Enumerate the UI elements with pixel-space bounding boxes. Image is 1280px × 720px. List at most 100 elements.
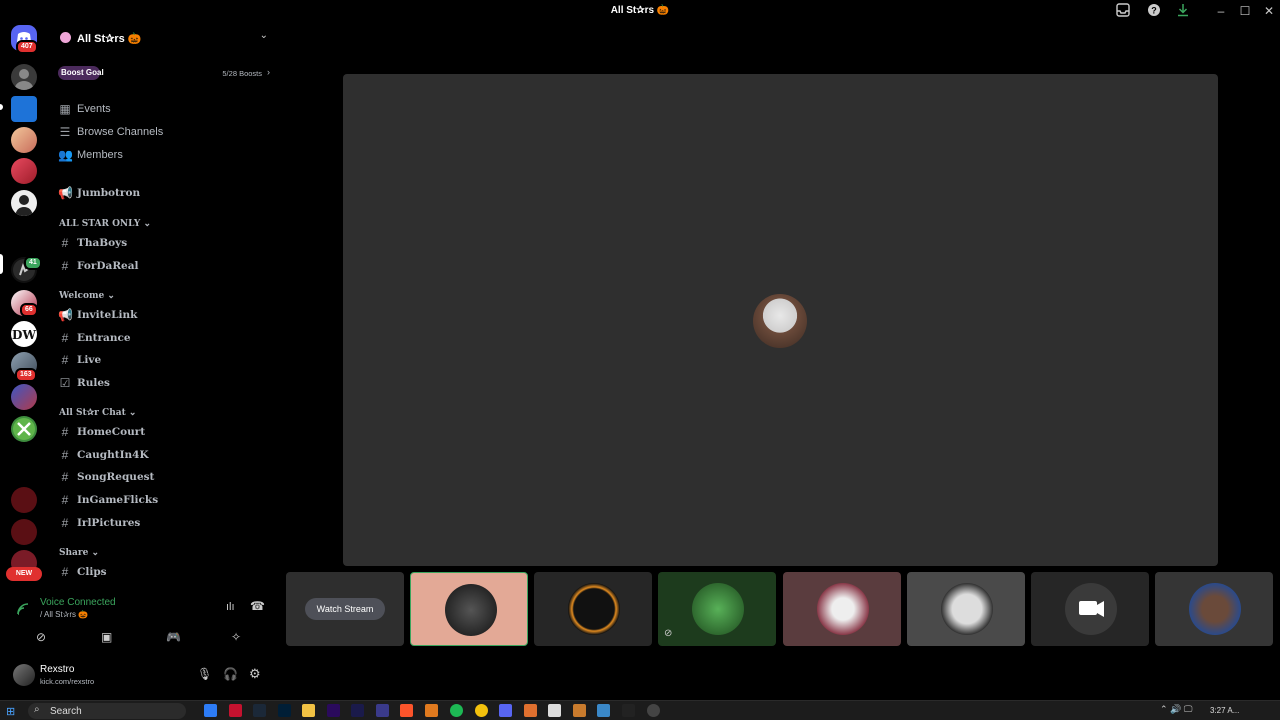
channel-fordareal[interactable]: # ForDaReal: [58, 256, 270, 276]
video-stage[interactable]: [343, 74, 1218, 566]
nav-events[interactable]: ▦ Events: [58, 99, 270, 119]
nav-members[interactable]: 👥 Members: [58, 145, 270, 165]
megaphone-icon: 📢: [58, 308, 73, 322]
title-bar: All St✰rs 🎃 ? – ☐ ✕: [0, 0, 1280, 22]
category-label: ALL STAR ONLY: [59, 219, 141, 229]
watch-stream-button[interactable]: Watch Stream: [305, 598, 385, 620]
signal-icon[interactable]: [16, 602, 30, 616]
nav-browse-channels[interactable]: ☰ Browse Channels: [58, 122, 270, 142]
channel-entrance[interactable]: # Entrance: [58, 328, 270, 348]
windy-city-server-icon-2[interactable]: [11, 519, 37, 545]
channel-thaboys[interactable]: # ThaBoys: [58, 233, 270, 253]
channel-jumbotron[interactable]: 📢 Jumbotron: [58, 183, 270, 203]
app-icon-17[interactable]: [597, 704, 610, 717]
download-icon[interactable]: [1175, 3, 1191, 19]
app-icon-7[interactable]: [351, 704, 364, 717]
server-badge-1: 41: [24, 256, 42, 270]
app-icon-18[interactable]: [622, 704, 635, 717]
user-avatar-server[interactable]: [11, 64, 37, 90]
channel-songrequest[interactable]: # SongRequest: [58, 467, 270, 487]
boost-goal-bar[interactable]: Boost Goal 5/28 Boosts ›: [58, 66, 270, 80]
watch-stream-tile[interactable]: Watch Stream: [286, 572, 404, 646]
photoshop-icon[interactable]: [278, 704, 291, 717]
app-icon-14[interactable]: [524, 704, 537, 717]
channel-rules[interactable]: ☑ Rules: [58, 373, 270, 393]
windows-start-icon[interactable]: ⊞: [6, 705, 15, 718]
app-icon-8[interactable]: [376, 704, 389, 717]
inbox-icon[interactable]: [1115, 3, 1131, 19]
xbox-server-icon[interactable]: [11, 416, 37, 442]
participant-tile-1[interactable]: [410, 572, 528, 646]
tray-icons[interactable]: ⌃ 🔊 🖵: [1160, 704, 1192, 715]
noise-suppression-icon[interactable]: ılı: [226, 601, 235, 613]
app-icon-16[interactable]: [573, 704, 586, 717]
disconnect-icon[interactable]: ☎: [250, 599, 265, 613]
participant-tile-4[interactable]: [783, 572, 901, 646]
soundboard-icon[interactable]: ✧: [231, 630, 241, 644]
hashtag-icon: #: [61, 493, 69, 507]
chrome-icon[interactable]: [475, 704, 488, 717]
premiere-icon[interactable]: [327, 704, 340, 717]
app-icon-19[interactable]: [647, 704, 660, 717]
channel-ingameflicks[interactable]: # InGameFlicks: [58, 490, 270, 510]
notepad-icon[interactable]: [548, 704, 561, 717]
server-icon-9[interactable]: [11, 384, 37, 410]
server-icon-2[interactable]: [11, 127, 37, 153]
voice-status[interactable]: Voice Connected: [40, 597, 116, 608]
channel-irlpictures[interactable]: # IrlPictures: [58, 513, 270, 533]
new-badge[interactable]: NEW: [6, 567, 42, 581]
server-icon-7[interactable]: DW: [11, 321, 37, 347]
participant-tile-7[interactable]: [1155, 572, 1273, 646]
spotify-icon[interactable]: [450, 704, 463, 717]
server-icon-4[interactable]: [11, 190, 37, 216]
participant-tile-3[interactable]: ⊘: [658, 572, 776, 646]
help-icon[interactable]: ?: [1146, 3, 1162, 19]
category-share[interactable]: Share ⌄: [59, 548, 99, 558]
hashtag-icon: #: [61, 565, 69, 579]
steam-icon[interactable]: [253, 704, 266, 717]
category-allstar-only[interactable]: ALL STAR ONLY ⌄: [59, 219, 151, 229]
server-header[interactable]: All St✰rs 🎃 ⌄: [48, 22, 280, 54]
chevron-down-icon[interactable]: ⌄: [260, 30, 268, 41]
participant-tile-6[interactable]: [1031, 572, 1149, 646]
server-icon-dda[interactable]: [11, 96, 37, 122]
channel-caughtin4k[interactable]: # CaughtIn4K: [58, 445, 270, 465]
channel-homecourt[interactable]: # HomeCourt: [58, 422, 270, 442]
username[interactable]: Rexstro: [40, 664, 74, 675]
category-chat[interactable]: All St✰r Chat ⌄: [59, 408, 136, 418]
microphone-icon[interactable]: 🎙: [197, 667, 212, 681]
app-icon-10[interactable]: [425, 704, 438, 717]
hashtag-icon: #: [61, 448, 69, 462]
voice-channel[interactable]: / All St✰rs 🎃: [40, 610, 88, 619]
app-icon-2[interactable]: [229, 704, 242, 717]
brave-icon[interactable]: [400, 704, 413, 717]
taskbar-clock[interactable]: 3:27 A...: [1210, 706, 1239, 715]
avatar[interactable]: [13, 664, 35, 686]
hashtag-icon: #: [61, 425, 69, 439]
channel-live[interactable]: # Live: [58, 350, 270, 370]
category-welcome[interactable]: Welcome ⌄: [59, 291, 115, 301]
maximize-icon[interactable]: ☐: [1237, 3, 1253, 19]
activity-icon[interactable]: 🎮: [166, 630, 181, 644]
minimize-icon[interactable]: –: [1213, 3, 1229, 19]
nav-members-label: Members: [77, 149, 123, 161]
headphones-icon[interactable]: 🎧: [223, 667, 238, 681]
participant-avatar: [1065, 583, 1117, 635]
taskbar-search[interactable]: ⌕ Search: [28, 703, 186, 719]
settings-gear-icon[interactable]: ⚙: [249, 666, 261, 682]
hashtag-icon: #: [61, 259, 69, 273]
server-name: All St✰rs 🎃: [77, 33, 142, 45]
app-icon-1[interactable]: [204, 704, 217, 717]
discord-taskbar-icon[interactable]: [499, 704, 512, 717]
close-icon[interactable]: ✕: [1261, 3, 1277, 19]
channel-invitelink[interactable]: 📢 InviteLink: [58, 305, 270, 325]
screen-share-icon[interactable]: ▣: [101, 630, 112, 644]
participant-tile-2[interactable]: [534, 572, 652, 646]
participant-tile-5[interactable]: [907, 572, 1025, 646]
channel-clips[interactable]: # Clips: [58, 562, 270, 582]
server-icon-3[interactable]: [11, 158, 37, 184]
camera-off-icon[interactable]: ⊘: [36, 630, 46, 644]
windy-city-server-icon-1[interactable]: [11, 487, 37, 513]
file-explorer-icon[interactable]: [302, 704, 315, 717]
channel-label: InGameFlicks: [77, 494, 159, 506]
